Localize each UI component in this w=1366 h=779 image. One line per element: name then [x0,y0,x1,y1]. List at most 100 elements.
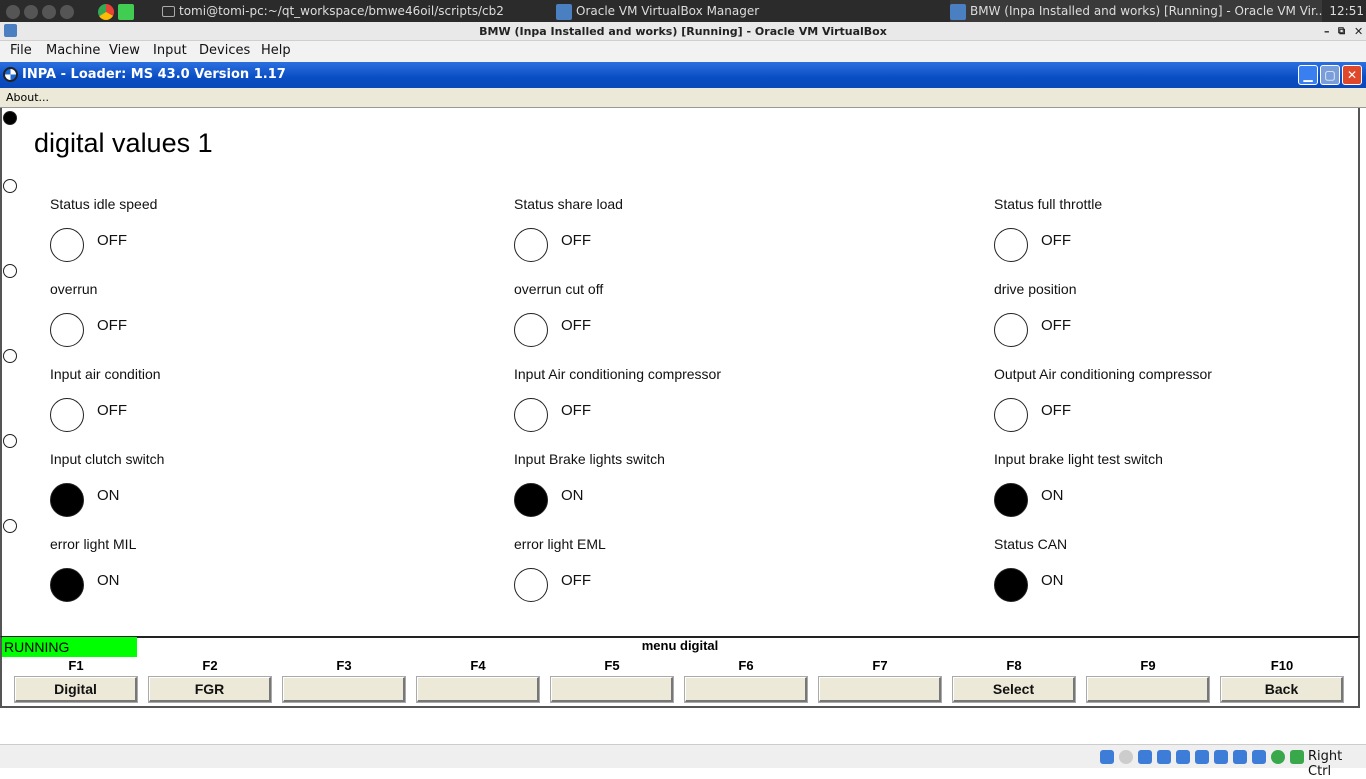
page-radio-5[interactable] [3,434,17,448]
vbox-status-bar: Right Ctrl [0,744,1366,779]
virtualization-icon[interactable] [1252,750,1266,764]
menu-about[interactable]: About... [6,88,49,108]
signal-lamp-input-brake-light-test-switch [994,483,1028,517]
optical-drive-icon[interactable] [1119,750,1133,764]
terminal-icon [162,6,175,17]
usb-icon[interactable] [1176,750,1190,764]
minimize-icon: ▁ [1303,68,1313,82]
menu-file[interactable]: File [10,43,32,58]
signal-state-status-can: ON [1041,572,1064,589]
page-radio-6[interactable] [3,519,17,533]
fkey-button-f6[interactable] [684,676,808,703]
page-radio-4[interactable] [3,349,17,363]
fkey-button-f2[interactable]: FGR [148,676,272,703]
page-radio-3[interactable] [3,264,17,278]
page-title: digital values 1 [34,128,213,158]
signal-label-overrun-cut-off: overrun cut off [514,281,604,297]
signal-state-overrun-cut-off: OFF [561,317,591,334]
fkey-label-f6: F6 [738,658,754,673]
keyboard-capture-icon[interactable] [1290,750,1304,764]
network-icon[interactable] [1157,750,1171,764]
close-icon[interactable]: ✕ [1354,22,1363,41]
restore-icon[interactable]: ⧉ [1338,22,1345,41]
fkey-label-f5: F5 [604,658,620,673]
fkey-button-f1[interactable]: Digital [14,676,138,703]
inpa-close-button[interactable]: ✕ [1342,65,1362,85]
launcher-icon[interactable] [60,4,74,19]
menu-devices[interactable]: Devices [199,43,250,58]
signal-label-error-light-mil: error light MIL [50,536,137,552]
host-key-label: Right Ctrl [1308,749,1343,779]
signal-label-output-air-conditioning-compressor: Output Air conditioning compressor [994,366,1212,382]
signal-state-status-full-throttle: OFF [1041,232,1071,249]
launcher-icon[interactable] [6,4,20,19]
signal-lamp-status-share-load [514,228,548,262]
taskbar-item-vbox-vm[interactable]: BMW (Inpa Installed and works) [Running]… [950,0,1322,22]
signal-lamp-status-idle-speed [50,228,84,262]
recording-icon[interactable] [1233,750,1247,764]
signal-state-input-brake-light-test-switch: ON [1041,487,1064,504]
signal-label-drive-position: drive position [994,281,1077,297]
menu-help[interactable]: Help [261,43,291,58]
taskbar-item-vbox-manager[interactable]: Oracle VM VirtualBox Manager [556,0,946,22]
display-icon[interactable] [1214,750,1228,764]
chrome-icon[interactable] [98,3,114,20]
fkey-button-f9[interactable] [1086,676,1210,703]
signal-state-input-clutch-switch: ON [97,487,120,504]
vbox-menubar: File Machine View Input Devices Help [0,41,1366,62]
mouse-integration-icon[interactable] [1271,750,1285,764]
launcher-icon[interactable] [42,4,56,19]
menu-view[interactable]: View [109,43,140,58]
inpa-maximize-button[interactable]: ▢ [1320,65,1340,85]
audio-icon[interactable] [1138,750,1152,764]
vbox-window-title: BMW (Inpa Installed and works) [Running]… [0,22,1366,41]
page-radio-2[interactable] [3,179,17,193]
menu-input[interactable]: Input [153,43,187,58]
signal-state-drive-position: OFF [1041,317,1071,334]
qt-creator-icon[interactable] [118,3,134,20]
launcher-icon[interactable] [24,4,38,19]
signal-lamp-input-brake-lights-switch [514,483,548,517]
harddisk-icon[interactable] [1100,750,1114,764]
pinned-apps [98,0,148,22]
signal-state-error-light-mil: ON [97,572,120,589]
fkey-label-f10: F10 [1270,658,1294,673]
fkey-label-f1: F1 [68,658,84,673]
signal-label-input-clutch-switch: Input clutch switch [50,451,165,467]
page-radio-1[interactable] [3,111,17,125]
minimize-icon[interactable]: – [1324,22,1330,41]
fkey-label-f9: F9 [1140,658,1156,673]
fkey-button-f5[interactable] [550,676,674,703]
fkey-button-f10[interactable]: Back [1220,676,1344,703]
fkey-button-f7[interactable] [818,676,942,703]
signal-state-status-share-load: OFF [561,232,591,249]
signal-label-status-full-throttle: Status full throttle [994,196,1103,212]
inpa-title-bar: INPA - Loader: MS 43.0 Version 1.17 ▁ ▢ … [0,62,1366,88]
menu-title: menu digital [641,638,719,653]
signal-lamp-input-air-conditioning-compressor [514,398,548,432]
virtualbox-icon [950,3,966,20]
signal-label-status-share-load: Status share load [514,196,623,212]
signal-lamp-status-can [994,568,1028,602]
signal-label-input-brake-light-test-switch: Input brake light test switch [994,451,1163,467]
inpa-title-text: INPA - Loader: MS 43.0 Version 1.17 [22,67,286,82]
signal-state-output-air-conditioning-compressor: OFF [1041,402,1071,419]
signal-lamp-input-clutch-switch [50,483,84,517]
inpa-menubar: About... [0,88,1366,108]
taskbar-item-terminal[interactable]: tomi@tomi-pc:~/qt_workspace/bmwe46oil/sc… [162,0,552,22]
taskbar-item-label: tomi@tomi-pc:~/qt_workspace/bmwe46oil/sc… [179,4,504,18]
shared-folders-icon[interactable] [1195,750,1209,764]
signal-label-error-light-eml: error light EML [514,536,606,552]
signal-lamp-output-air-conditioning-compressor [994,398,1028,432]
signal-label-input-air-condition: Input air condition [50,366,161,382]
inpa-minimize-button[interactable]: ▁ [1298,65,1318,85]
taskbar-item-label: Oracle VM VirtualBox Manager [576,4,760,18]
signal-lamp-overrun-cut-off [514,313,548,347]
fkey-button-f3[interactable] [282,676,406,703]
signal-lamp-error-light-eml [514,568,548,602]
menu-machine[interactable]: Machine [46,43,100,58]
fkey-button-f4[interactable] [416,676,540,703]
maximize-icon: ▢ [1324,68,1336,82]
fkey-button-f8[interactable]: Select [952,676,1076,703]
signal-label-input-brake-lights-switch: Input Brake lights switch [514,451,665,467]
